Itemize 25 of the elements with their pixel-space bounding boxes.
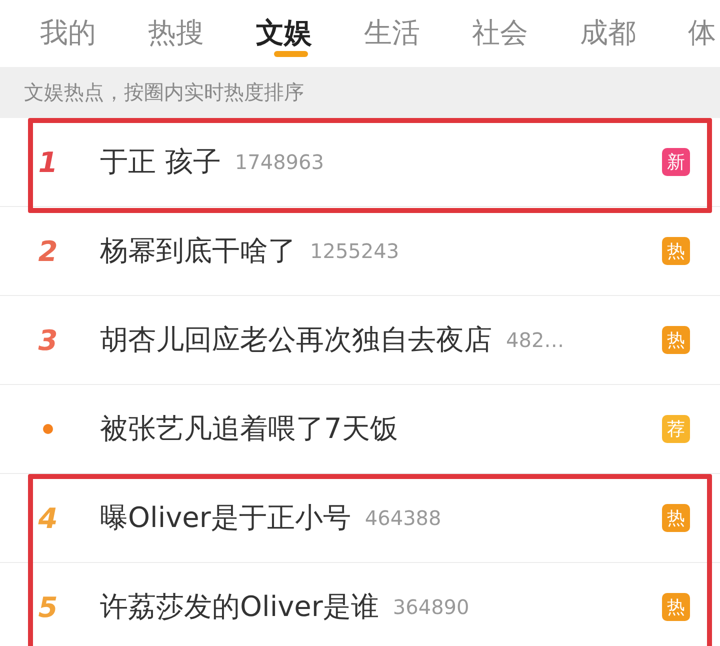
topic-tag: 新 (662, 148, 690, 176)
topic-tag: 热 (662, 504, 690, 532)
topic-title[interactable]: 许荔莎发的Oliver是谁 (100, 588, 379, 626)
heat-count: 482… (506, 328, 564, 352)
heat-count: 464388 (364, 506, 442, 530)
rank-number: 4 (38, 502, 58, 534)
tab[interactable]: 文娱 (256, 0, 364, 59)
topic-title[interactable]: 于正 孩子 (100, 143, 221, 181)
topic-title[interactable]: 杨幂到底干啥了 (100, 232, 296, 270)
heat-count: 364890 (392, 595, 470, 619)
topic-tag: 荐 (662, 415, 690, 443)
heat-count: 1748963 (234, 150, 324, 174)
notice-text: 文娱热点，按圈内实时热度排序 (24, 80, 304, 104)
heat-count: 1255243 (310, 239, 400, 263)
topic-title[interactable]: 胡杏儿回应老公再次独自去夜店 (100, 321, 492, 359)
rank-number: 2 (38, 234, 58, 268)
topic-title[interactable]: 曝Oliver是于正小号 (100, 499, 351, 537)
topic-tag: 热 (662, 237, 690, 265)
rank-number: 3 (38, 324, 58, 356)
rank-number: 1 (38, 146, 58, 178)
topic-tag: 热 (662, 326, 690, 354)
topic-title[interactable]: 被张艺凡追着喂了7天饭 (100, 410, 398, 448)
topic-tag: 热 (662, 593, 690, 621)
tab-indicator (274, 51, 308, 57)
rank-number: 5 (38, 590, 58, 624)
